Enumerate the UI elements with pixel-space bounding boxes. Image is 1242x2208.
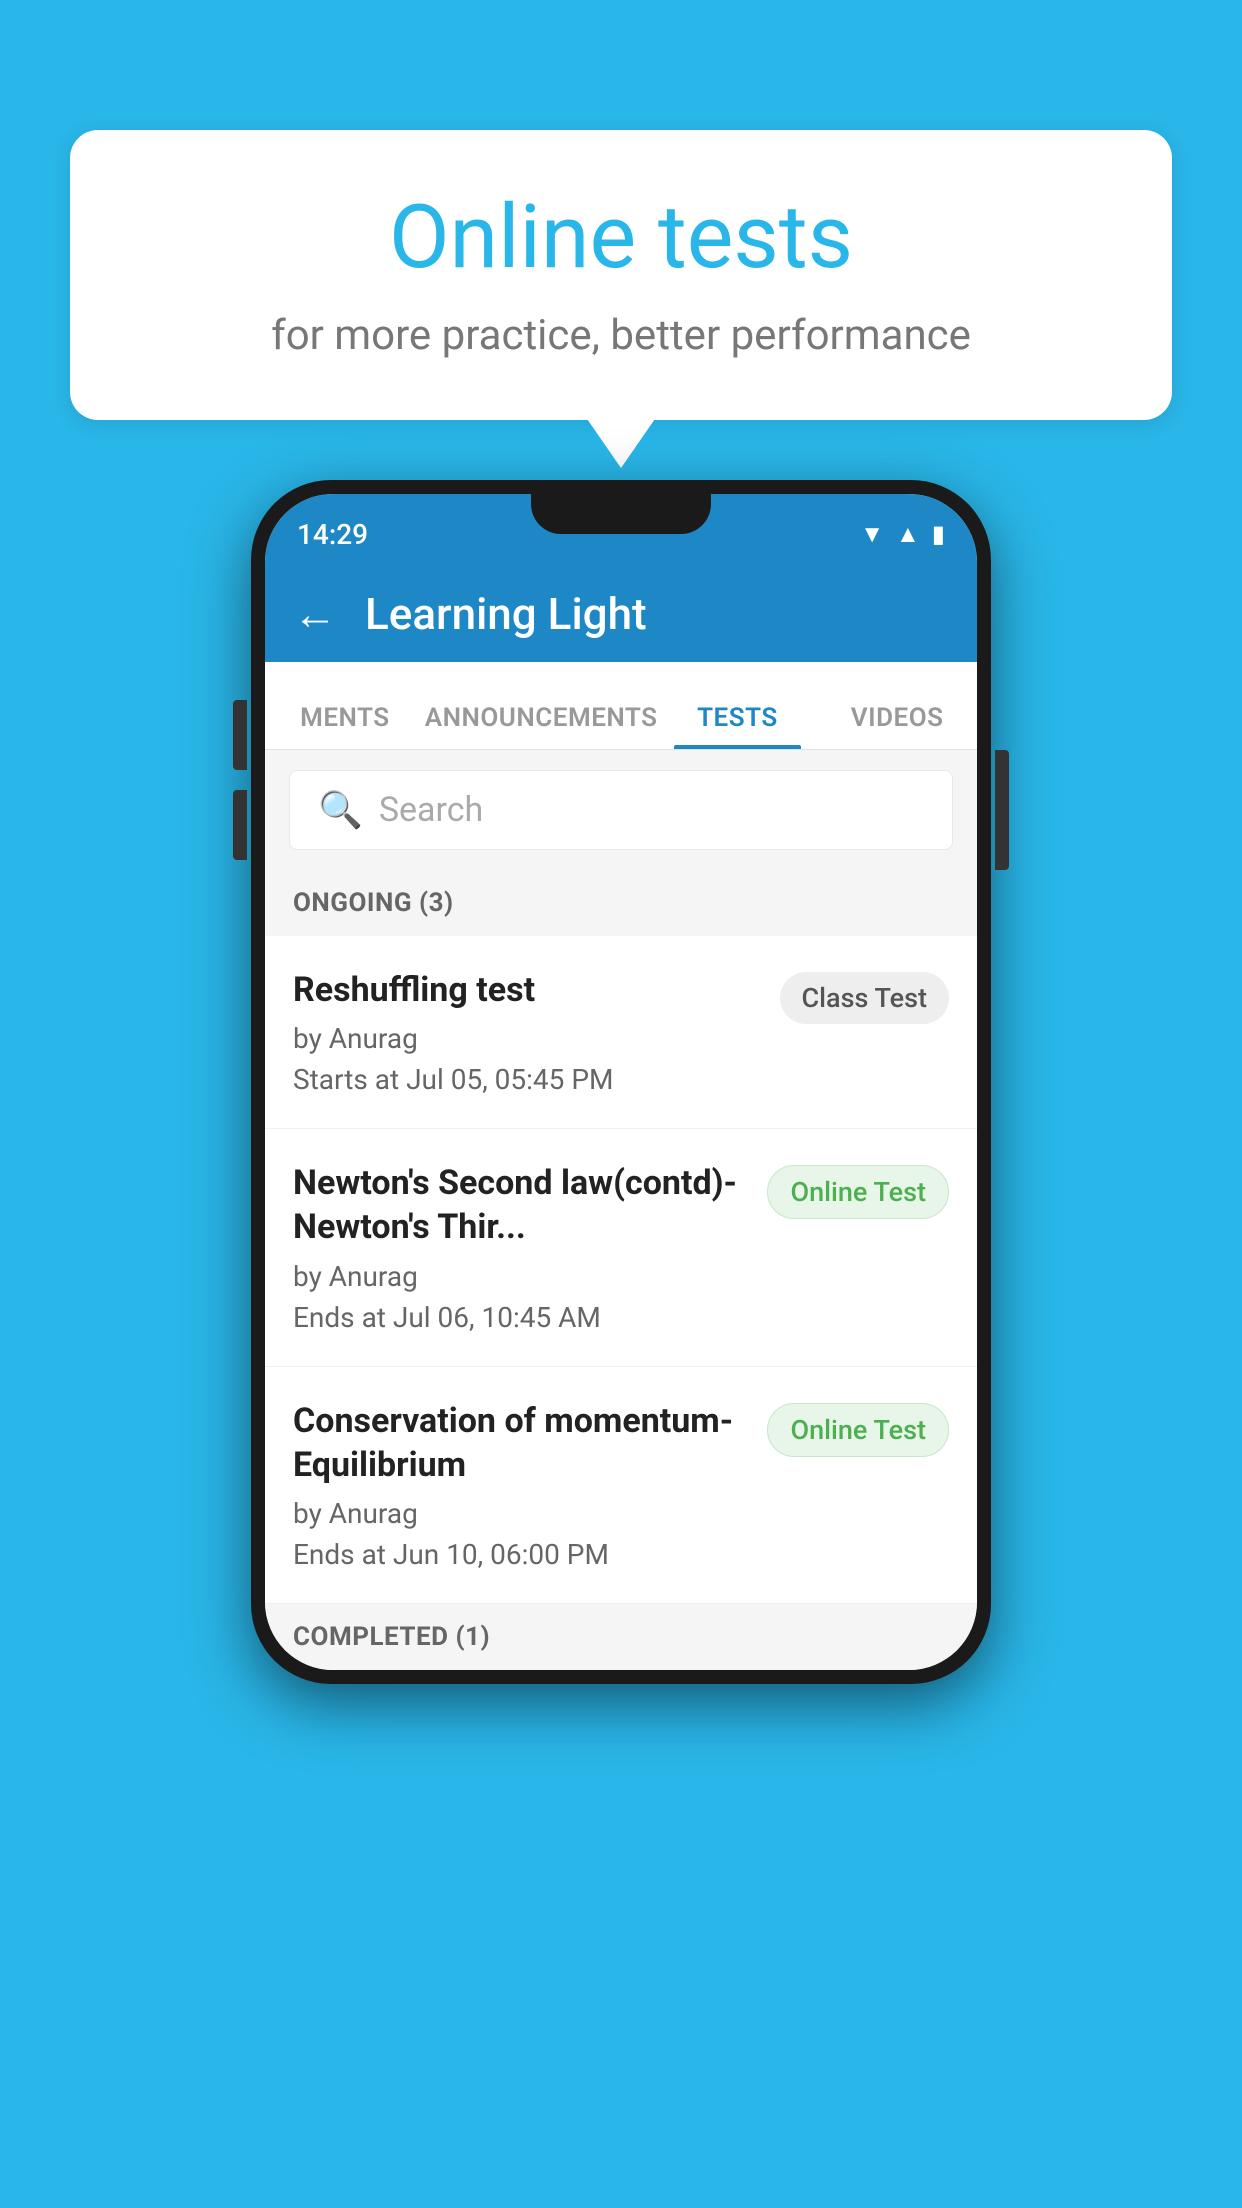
bubble-subtitle: for more practice, better performance [150, 311, 1092, 360]
completed-section-header: COMPLETED (1) [265, 1604, 977, 1670]
ongoing-section-header: ONGOING (3) [265, 870, 977, 936]
phone-frame: 14:29 ▼ ▲ ▮ ← Learning Light MENTS ANNOU… [251, 480, 991, 1684]
test-badge-2: Online Test [767, 1165, 949, 1219]
test-author-2: by Anurag [293, 1260, 747, 1293]
test-list: Reshuffling test by Anurag Starts at Jul… [265, 936, 977, 1604]
bubble-title: Online tests [150, 190, 1092, 287]
phone-notch [531, 494, 711, 534]
power-button [995, 750, 1009, 870]
search-container: 🔍 Search [265, 750, 977, 870]
tab-ments[interactable]: MENTS [265, 661, 425, 749]
volume-down-button [233, 790, 247, 860]
tab-announcements[interactable]: ANNOUNCEMENTS [425, 661, 658, 749]
tab-videos[interactable]: VIDEOS [817, 661, 977, 749]
test-time-2: Ends at Jul 06, 10:45 AM [293, 1301, 747, 1334]
search-bar[interactable]: 🔍 Search [289, 770, 953, 850]
test-item-2[interactable]: Newton's Second law(contd)-Newton's Thir… [265, 1129, 977, 1366]
phone-outer: 14:29 ▼ ▲ ▮ ← Learning Light MENTS ANNOU… [251, 480, 991, 1684]
test-item-3[interactable]: Conservation of momentum-Equilibrium by … [265, 1367, 977, 1604]
test-time-3: Ends at Jun 10, 06:00 PM [293, 1538, 747, 1571]
phone-screen: 14:29 ▼ ▲ ▮ ← Learning Light MENTS ANNOU… [265, 494, 977, 1670]
search-icon: 🔍 [318, 789, 363, 831]
test-title-3: Conservation of momentum-Equilibrium [293, 1399, 747, 1487]
test-title-1: Reshuffling test [293, 968, 760, 1012]
signal-icon: ▲ [896, 520, 920, 549]
test-info-2: Newton's Second law(contd)-Newton's Thir… [293, 1161, 747, 1333]
speech-bubble: Online tests for more practice, better p… [70, 130, 1172, 420]
test-author-1: by Anurag [293, 1022, 760, 1055]
test-badge-3: Online Test [767, 1403, 949, 1457]
promo-section: Online tests for more practice, better p… [70, 130, 1172, 420]
status-icons: ▼ ▲ ▮ [860, 520, 945, 549]
test-item-1[interactable]: Reshuffling test by Anurag Starts at Jul… [265, 936, 977, 1129]
app-title: Learning Light [365, 588, 647, 640]
test-author-3: by Anurag [293, 1497, 747, 1530]
battery-icon: ▮ [932, 520, 945, 548]
test-info-3: Conservation of momentum-Equilibrium by … [293, 1399, 747, 1571]
test-time-1: Starts at Jul 05, 05:45 PM [293, 1063, 760, 1096]
back-button[interactable]: ← [293, 588, 337, 640]
tab-bar: MENTS ANNOUNCEMENTS TESTS VIDEOS [265, 662, 977, 750]
test-title-2: Newton's Second law(contd)-Newton's Thir… [293, 1161, 747, 1249]
app-header: ← Learning Light [265, 566, 977, 662]
test-info-1: Reshuffling test by Anurag Starts at Jul… [293, 968, 760, 1096]
test-badge-1: Class Test [780, 972, 950, 1024]
volume-up-button [233, 700, 247, 770]
wifi-icon: ▼ [860, 520, 884, 549]
status-time: 14:29 [297, 518, 368, 551]
tab-tests[interactable]: TESTS [658, 661, 818, 749]
search-placeholder: Search [379, 790, 483, 830]
